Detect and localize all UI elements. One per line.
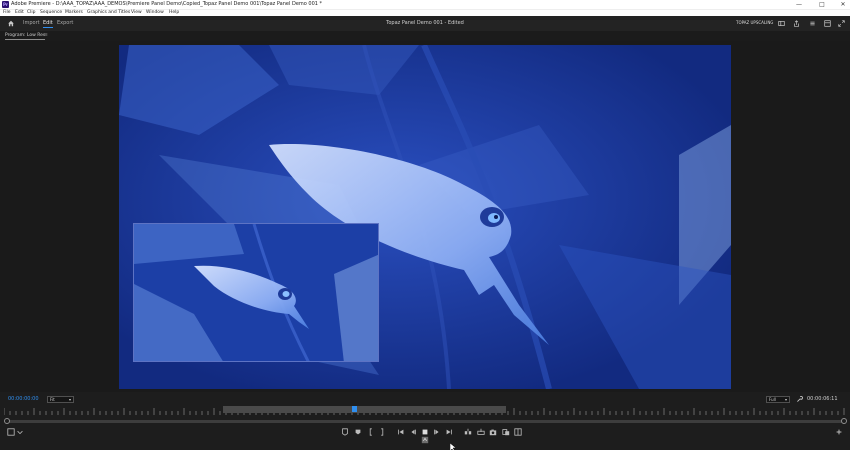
video-frame[interactable] xyxy=(119,45,731,389)
export-frame-icon[interactable] xyxy=(489,428,497,436)
panel-menu-icon[interactable] xyxy=(824,20,831,27)
marker-icon[interactable] xyxy=(354,428,362,436)
scrub-start-handle[interactable] xyxy=(4,418,10,424)
quick-export-icon[interactable] xyxy=(809,20,816,27)
overwrite-icon[interactable] xyxy=(477,428,485,436)
monitor-controls-row: 00:00:00:00 Fit ▾ Full ▾ 00:00:06:11 xyxy=(0,394,850,405)
add-marker-icon[interactable] xyxy=(341,428,349,436)
scrub-bar[interactable] xyxy=(4,418,847,424)
compare-view-icon[interactable] xyxy=(502,428,510,436)
comparison-icon[interactable] xyxy=(514,428,522,436)
step-forward-icon[interactable] xyxy=(433,428,441,436)
program-monitor-header: Program: Low Res ≡ xyxy=(0,31,850,41)
topaz-upscaling-label[interactable]: TOPAZ UPSCALING xyxy=(736,20,773,26)
share-icon[interactable] xyxy=(793,20,800,27)
chevron-down-icon: ▾ xyxy=(68,397,71,402)
workspace-icon[interactable] xyxy=(778,20,785,27)
panel-options-icon[interactable]: ≡ xyxy=(44,31,48,41)
settings-wrench-icon[interactable] xyxy=(796,396,803,403)
add-button-icon[interactable] xyxy=(835,428,843,436)
in-out-range[interactable] xyxy=(223,406,506,413)
stop-icon[interactable] xyxy=(421,428,429,436)
close-button[interactable]: ✕ xyxy=(836,0,850,9)
current-timecode[interactable]: 00:00:00:00 xyxy=(8,394,39,405)
menu-bar: File Edit Clip Sequence Markers Graphics… xyxy=(0,9,850,16)
zoom-value: Fit xyxy=(50,397,55,402)
maximize-button[interactable]: □ xyxy=(815,0,829,9)
insert-icon[interactable] xyxy=(464,428,472,436)
squid-footage-preview xyxy=(134,224,378,361)
program-monitor-tab[interactable]: Program: Low Res xyxy=(5,32,46,40)
document-title: Topaz Panel Demo 001 - Edited xyxy=(386,20,464,26)
minimize-button[interactable]: — xyxy=(792,0,806,9)
fullscreen-icon[interactable] xyxy=(838,20,845,27)
mouse-cursor-icon xyxy=(450,443,457,450)
go-to-out-icon[interactable] xyxy=(445,428,453,436)
scrub-end-handle[interactable] xyxy=(841,418,847,424)
zoom-select[interactable]: Fit ▾ xyxy=(47,396,74,403)
go-to-in-icon[interactable] xyxy=(397,428,405,436)
window-title: Adobe Premiere - D:\AAA_TOPAZ\AAA_DEMOS\… xyxy=(11,1,323,7)
window-titlebar: Pr Adobe Premiere - D:\AAA_TOPAZ\AAA_DEM… xyxy=(0,0,850,9)
lift-icon[interactable] xyxy=(421,436,429,444)
transport-controls xyxy=(0,426,850,450)
picture-in-picture-preview xyxy=(133,223,379,362)
resolution-value: Full xyxy=(769,397,776,402)
app-header: Import Edit Export Topaz Panel Demo 001 … xyxy=(0,16,850,31)
chevron-down-icon: ▾ xyxy=(784,397,787,402)
safe-margins-icon[interactable] xyxy=(7,428,15,436)
resolution-select[interactable]: Full ▾ xyxy=(766,396,790,403)
mark-in-icon[interactable] xyxy=(367,428,375,436)
playhead[interactable] xyxy=(352,406,357,412)
chevron-down-icon[interactable] xyxy=(16,428,24,436)
premiere-app-icon: Pr xyxy=(2,1,9,8)
duration-timecode: 00:00:06:11 xyxy=(807,396,838,402)
step-back-icon[interactable] xyxy=(409,428,417,436)
mark-out-icon[interactable] xyxy=(378,428,386,436)
